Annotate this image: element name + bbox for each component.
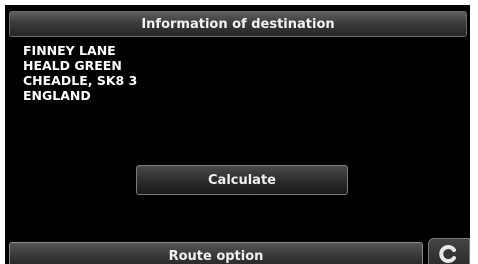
calculate-button[interactable]: Calculate bbox=[136, 165, 348, 195]
refresh-button[interactable] bbox=[428, 238, 470, 264]
address-line: HEALD GREEN bbox=[23, 58, 122, 73]
route-option-button-label: Route option bbox=[168, 249, 264, 264]
route-option-button[interactable]: Route option bbox=[9, 242, 423, 264]
calculate-button-label: Calculate bbox=[208, 172, 276, 188]
address-line: FINNEY LANE bbox=[23, 43, 116, 58]
address-line: ENGLAND bbox=[23, 88, 91, 103]
page-title: Information of destination bbox=[141, 16, 335, 32]
destination-address: FINNEY LANE HEALD GREEN CHEADLE, SK8 3 E… bbox=[23, 43, 137, 103]
refresh-icon bbox=[439, 244, 459, 264]
address-line: CHEADLE, SK8 3 bbox=[23, 73, 138, 88]
destination-info-screen: Information of destination FINNEY LANE H… bbox=[5, 5, 470, 264]
title-bar: Information of destination bbox=[9, 11, 467, 37]
